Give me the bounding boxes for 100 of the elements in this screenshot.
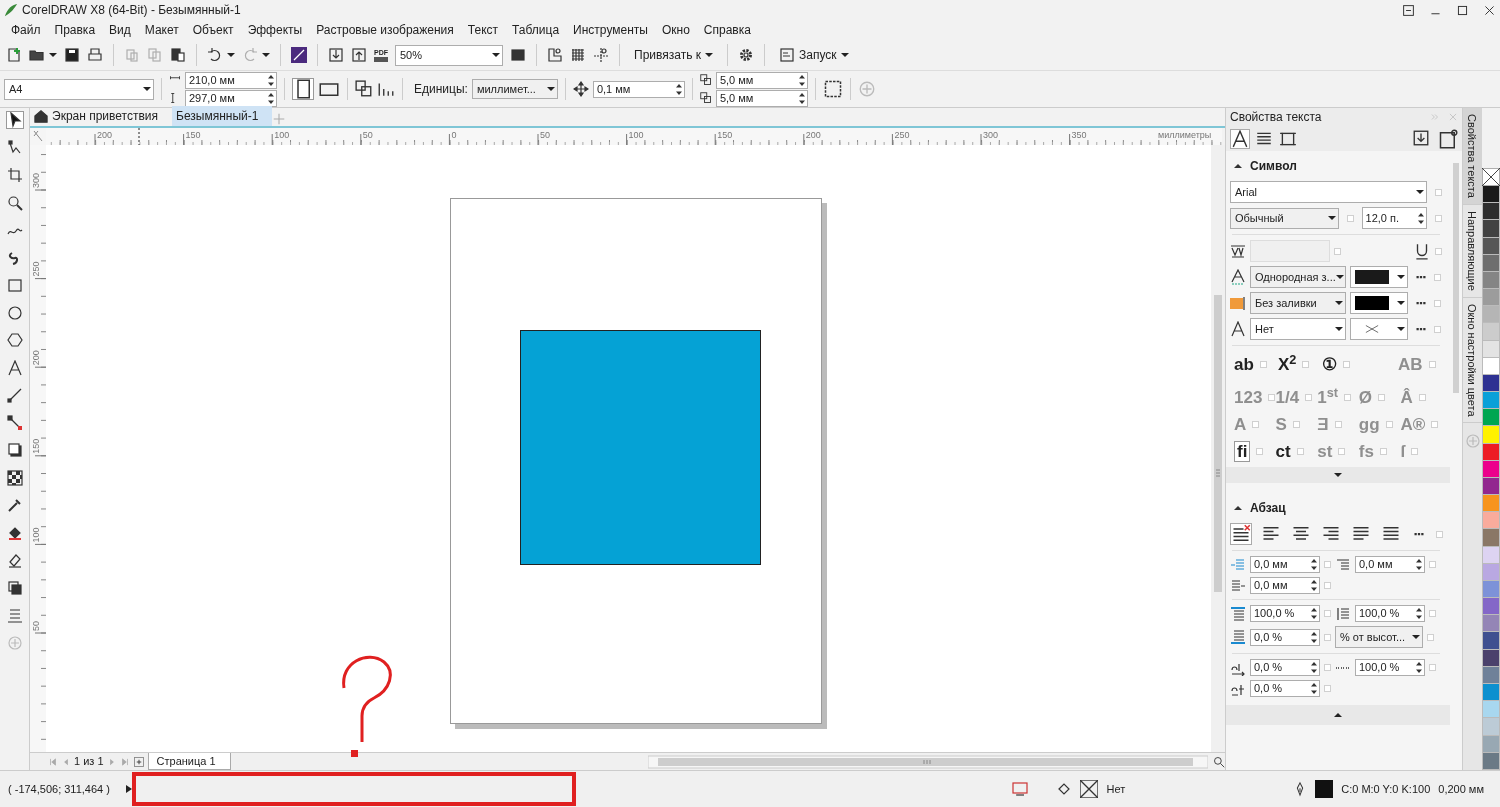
checkbox[interactable] <box>1324 610 1331 618</box>
checkbox[interactable] <box>1324 685 1331 693</box>
checkbox[interactable] <box>1435 214 1442 222</box>
menu-item[interactable]: Объект <box>185 21 241 39</box>
color-dropdown[interactable] <box>1350 266 1408 289</box>
paragraph-field[interactable]: 0,0 % <box>1250 659 1320 677</box>
checkbox[interactable] <box>1334 247 1341 255</box>
kerning-field[interactable] <box>1250 240 1330 263</box>
font-dropdown[interactable]: Arial <box>1230 181 1427 204</box>
caret-icon[interactable] <box>227 52 235 58</box>
paragraph-field[interactable]: 100,0 % <box>1355 659 1425 677</box>
menu-item[interactable]: Файл <box>4 21 48 39</box>
checkbox[interactable] <box>1324 633 1331 641</box>
document-tab[interactable]: Экран приветствия <box>30 106 172 126</box>
units-dropdown[interactable]: миллимет... <box>471 79 558 99</box>
text-tool-icon[interactable] <box>6 359 23 376</box>
all-pages-icon[interactable] <box>355 80 373 98</box>
width-field[interactable]: 210,0 мм <box>185 71 277 89</box>
polygon-icon[interactable] <box>6 332 23 348</box>
help-window-icon[interactable] <box>1402 3 1415 17</box>
checkbox[interactable] <box>1252 421 1260 429</box>
font-style-dropdown[interactable]: Обычный <box>1230 207 1339 229</box>
page-size-dropdown[interactable]: A4 <box>4 78 154 100</box>
layers-icon[interactable] <box>6 579 23 596</box>
color-swatch[interactable] <box>1482 186 1500 204</box>
folder-icon[interactable] <box>29 47 45 63</box>
page-tab[interactable]: Страница 1 <box>147 752 231 771</box>
new-document-icon[interactable] <box>6 47 22 63</box>
display-icon[interactable] <box>1012 781 1029 797</box>
character-tab-icon[interactable] <box>1230 128 1250 149</box>
checkbox[interactable] <box>1338 448 1346 456</box>
paragraph-field[interactable]: 0,0 % <box>1250 680 1320 698</box>
color-swatch[interactable] <box>1482 323 1500 341</box>
checkbox[interactable] <box>1324 582 1331 590</box>
color-swatch[interactable] <box>1482 632 1500 650</box>
color-swatch[interactable] <box>1482 718 1500 736</box>
paste-icon[interactable] <box>170 47 186 63</box>
grid-icon[interactable] <box>570 47 586 63</box>
checkbox[interactable] <box>1256 448 1264 456</box>
color-swatch[interactable] <box>1482 512 1500 530</box>
checkbox[interactable] <box>1434 273 1441 281</box>
checkbox[interactable] <box>1436 530 1443 538</box>
horizontal-ruler[interactable]: 200 150 100 50 0 50 100 150 200 250 300 350 миллиметры <box>46 128 1222 145</box>
checkbox[interactable] <box>1418 394 1426 402</box>
font-size-field[interactable]: 12,0 п. <box>1361 207 1427 230</box>
color-swatch[interactable] <box>1482 409 1500 427</box>
color-swatch[interactable] <box>1482 203 1500 221</box>
checkbox[interactable] <box>1292 421 1300 429</box>
menu-item[interactable]: Таблица <box>505 21 567 39</box>
checkbox[interactable] <box>1411 448 1419 456</box>
caret-icon[interactable] <box>1334 712 1342 719</box>
drop-shadow-icon[interactable] <box>6 442 23 458</box>
menu-item[interactable]: Эффекты <box>240 21 310 39</box>
add-page-icon[interactable] <box>132 755 145 768</box>
checkbox[interactable] <box>1434 325 1441 333</box>
checkbox[interactable] <box>1428 361 1436 369</box>
height-field[interactable]: 297,0 мм <box>185 89 277 107</box>
properties-list-icon[interactable] <box>6 607 23 623</box>
menu-item[interactable]: Инструменты <box>566 21 655 39</box>
nudge-field[interactable]: 0,1 мм <box>592 80 685 98</box>
frame-icon[interactable] <box>822 79 843 99</box>
apply-icon[interactable] <box>1412 128 1430 147</box>
zoom-level-dropdown[interactable]: 50% <box>395 44 503 66</box>
printer-icon[interactable] <box>87 47 103 63</box>
settings-icon[interactable] <box>738 47 754 63</box>
color-swatch[interactable] <box>1482 220 1500 238</box>
color-swatch[interactable] <box>1482 701 1500 719</box>
checkbox[interactable] <box>1346 214 1354 222</box>
current-page-icon[interactable] <box>377 80 395 98</box>
vertical-ruler[interactable]: 300 250 200 150 100 50 <box>30 145 46 752</box>
first-page-icon[interactable] <box>48 756 58 767</box>
section-header[interactable]: Абзац <box>1226 493 1450 524</box>
horizontal-scrollbar[interactable] <box>648 754 1208 769</box>
color-swatch[interactable] <box>1482 289 1500 307</box>
checkbox[interactable] <box>1343 361 1350 369</box>
color-dropdown[interactable] <box>1350 292 1408 315</box>
dimension-icon[interactable] <box>6 387 23 403</box>
color-swatch[interactable] <box>1482 598 1500 616</box>
fill-type-dropdown[interactable]: Однородная з... <box>1250 266 1346 289</box>
opentype-button[interactable]: fi <box>1234 441 1251 463</box>
checkbox[interactable] <box>1324 664 1331 672</box>
magnifier-icon[interactable] <box>6 194 23 211</box>
duplicate-y-field[interactable]: 5,0 мм <box>715 89 808 107</box>
eyedropper-icon[interactable] <box>6 497 23 513</box>
eraser-icon[interactable] <box>6 552 23 568</box>
export-icon[interactable] <box>351 47 367 63</box>
color-swatch[interactable] <box>1482 615 1500 633</box>
node-edit-icon[interactable] <box>6 139 23 156</box>
maximize-icon[interactable] <box>1456 3 1469 17</box>
opentype-button[interactable]: ab <box>1234 356 1254 374</box>
docker-tab[interactable]: Свойства текста <box>1463 108 1482 205</box>
document-tab[interactable]: Безымянный-1 <box>172 106 273 126</box>
checkbox[interactable] <box>1429 610 1436 618</box>
underline-icon[interactable] <box>1413 242 1431 261</box>
opentype-button[interactable]: ① <box>1322 356 1337 374</box>
menu-item[interactable]: Текст <box>460 21 506 39</box>
fullscreen-icon[interactable] <box>510 47 526 63</box>
color-swatch[interactable] <box>1482 495 1500 513</box>
rectangle-icon[interactable] <box>6 277 23 293</box>
connector-icon[interactable] <box>6 414 23 431</box>
